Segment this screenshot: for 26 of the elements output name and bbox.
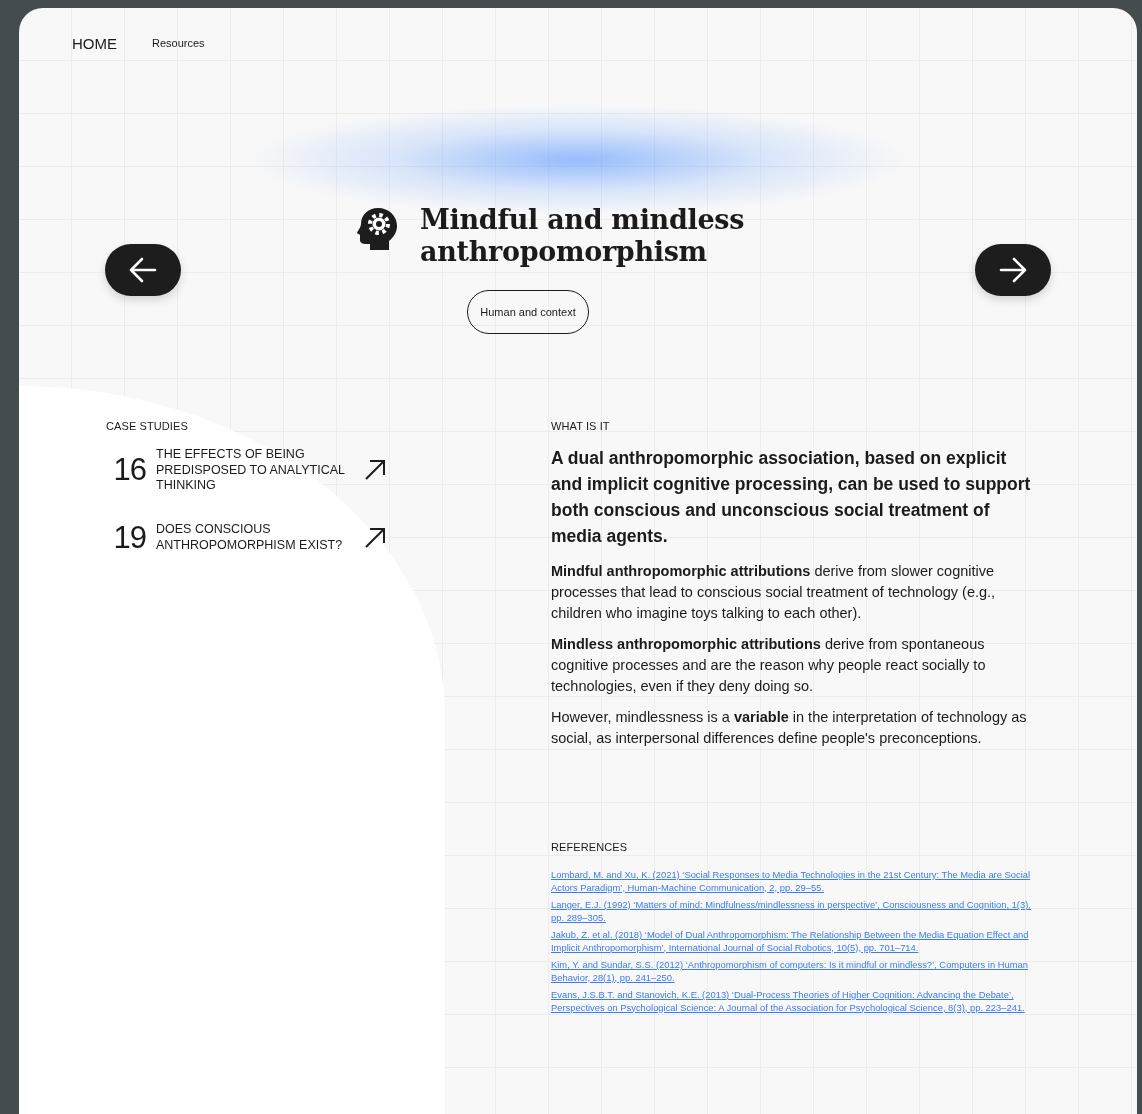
- reference-link[interactable]: Kim, Y. and Sundar, S.S. (2012) ‘Anthropomorphism of computers: Is it mindful or mindless?’, Computers in Human Behavior, 28(1), pp. 241–250.: [551, 959, 1031, 984]
- next-button[interactable]: [975, 244, 1051, 296]
- arrow-left-icon: [128, 256, 158, 284]
- arrow-up-right-icon[interactable]: [364, 526, 386, 549]
- section-heading: WHAT IS IT: [551, 420, 611, 432]
- case-number: 19: [112, 519, 146, 556]
- paragraph: Mindless anthropomorphic attributions derive from spontaneous cognitive processes and are the reason why people react socially to technologies, even if they deny doing so.: [551, 635, 987, 696]
- section-heading: CASE STUDIES: [106, 420, 189, 432]
- reference-link[interactable]: Langer, E.J. (1992) ‘Matters of mind: Mindfulness/mindlessness in perspective’, Consciousness and Cognition, 1(3), pp. 289–305.: [551, 899, 1031, 924]
- nav-link[interactable]: HOME: [72, 34, 117, 52]
- arrow-up-right-icon[interactable]: [364, 459, 386, 482]
- head-gear-icon: [356, 206, 400, 250]
- reference-link[interactable]: Lombard, M. and Xu, K. (2021) ‘Social Responses to Media Technologies in the 21st Century: The Media are Social Actors Paradigm’, Human-Machine Communication, 2, pp. 29–55.: [551, 869, 1031, 894]
- arrow-right-icon: [998, 256, 1028, 284]
- previous-button[interactable]: [105, 244, 181, 296]
- section-heading: REFERENCES: [551, 841, 629, 853]
- case-number: 16: [112, 452, 146, 489]
- reference-link[interactable]: Evans, J.S.B.T. and Stanovich, K.E. (2013) ‘Dual-Process Theories of Higher Cognition: Advancing the Debate’, Perspectives on Psychological Science: A Journal of the Association for Psychological Science, 8(3), pp. 223–241.: [551, 989, 1031, 1014]
- paragraph: However, mindlessness is a variable in the interpretation of technology as social, as interpersonal differences define people's preconceptions.: [551, 708, 1028, 748]
- case-study-link[interactable]: DOES CONSCIOUS ANTHROPOMORPHISM EXIST?: [156, 522, 354, 553]
- lead-paragraph: A dual anthropomorphic association, based on explicit and implicit cognitive processing, can be used to support both conscious and unconscious social treatment of media agents.: [551, 447, 1031, 548]
- case-study-link[interactable]: THE EFFECTS OF BEING PREDISPOSED TO ANALYTICAL THINKING: [156, 447, 354, 494]
- paragraph: Mindful anthropomorphic attributions derive from slower cognitive processes that lead to conscious social treatment of technology (e.g., children who imagine toys talking to each other).: [551, 562, 997, 623]
- nav-link[interactable]: Resources: [152, 37, 205, 49]
- reference-link[interactable]: Jakub, Z. et al. (2018) ‘Model of Dual Anthropomorphism: The Relationship Between the Media Equation Effect and Implicit Anthropomorphism’, International Journal of Social Robotics, 10(5), pp. 701–714.: [551, 929, 1031, 954]
- page-title: Mindful and mindless anthropomorphism: [420, 204, 746, 268]
